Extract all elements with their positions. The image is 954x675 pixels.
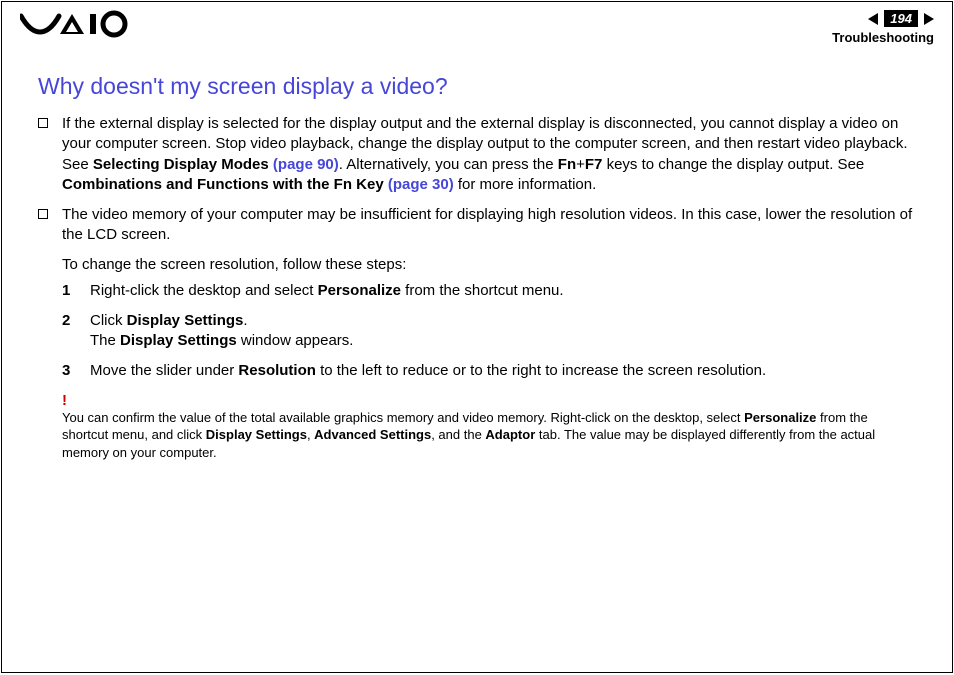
step-text: Click Display Settings.The Display Setti… [90, 311, 353, 352]
header-right: 194 Troubleshooting [832, 10, 934, 45]
bullet-text: The video memory of your computer may be… [62, 205, 916, 246]
next-page-icon[interactable] [924, 13, 934, 25]
prev-page-icon[interactable] [868, 13, 878, 25]
section-label: Troubleshooting [832, 30, 934, 45]
page-nav: 194 [868, 10, 934, 27]
bullet-square-icon [38, 209, 48, 219]
bullet-item: The video memory of your computer may be… [38, 205, 916, 246]
alert-icon: ! [62, 392, 916, 409]
page-content: Why doesn't my screen display a video? I… [2, 45, 952, 461]
page-header: 194 Troubleshooting [2, 2, 952, 45]
page-link[interactable]: (page 90) [273, 156, 339, 173]
bullet-square-icon [38, 118, 48, 128]
page-number: 194 [884, 10, 918, 27]
page-title: Why doesn't my screen display a video? [38, 73, 916, 100]
step-item: 1 Right-click the desktop and select Per… [62, 281, 916, 301]
step-number: 2 [62, 311, 74, 352]
step-item: 2 Click Display Settings.The Display Set… [62, 311, 916, 352]
steps-list: 1 Right-click the desktop and select Per… [62, 281, 916, 382]
note-text: You can confirm the value of the total a… [62, 409, 906, 462]
bullet-item: If the external display is selected for … [38, 114, 916, 195]
step-number: 3 [62, 361, 74, 381]
step-text: Right-click the desktop and select Perso… [90, 281, 564, 301]
page-frame: 194 Troubleshooting Why doesn't my scree… [1, 1, 953, 673]
page-link[interactable]: (page 30) [388, 176, 454, 193]
step-item: 3 Move the slider under Resolution to th… [62, 361, 916, 381]
bullet-text: If the external display is selected for … [62, 114, 916, 195]
bullet-list: If the external display is selected for … [38, 114, 916, 246]
steps-intro: To change the screen resolution, follow … [62, 256, 916, 273]
vaio-logo [20, 10, 130, 38]
step-number: 1 [62, 281, 74, 301]
step-text: Move the slider under Resolution to the … [90, 361, 766, 381]
